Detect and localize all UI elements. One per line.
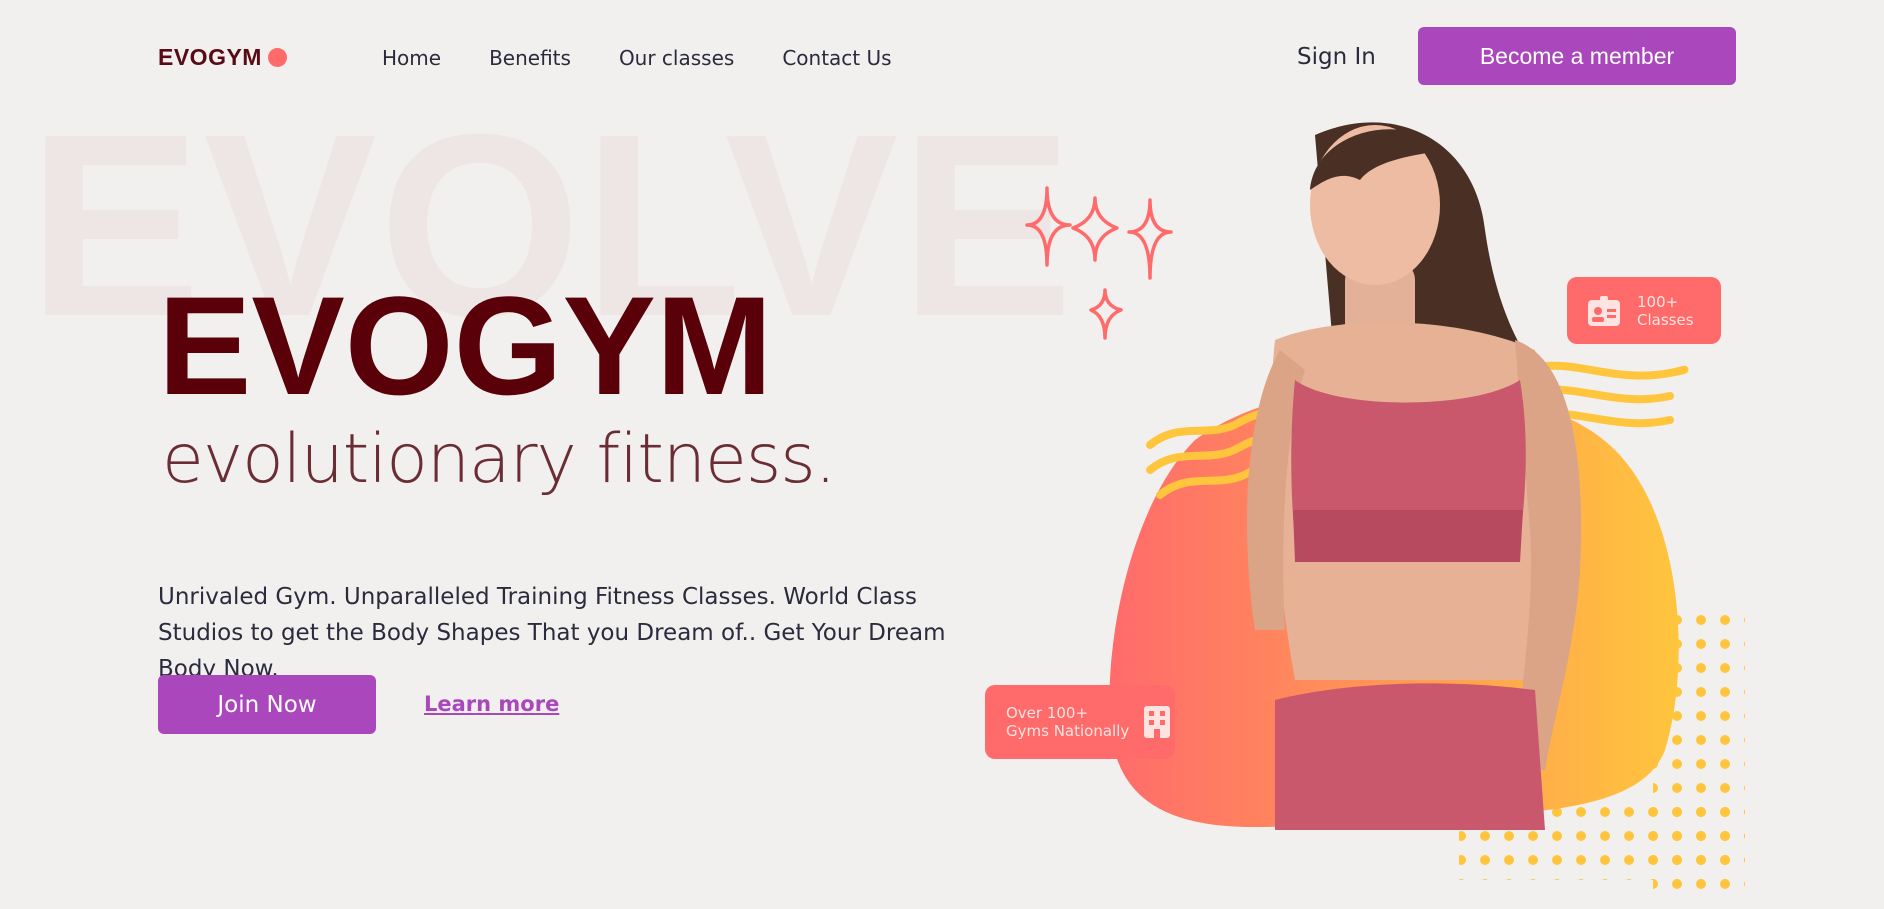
hero-illustration (1025, 122, 1745, 890)
classes-label: Classes (1637, 310, 1694, 329)
athlete-figure (1247, 122, 1582, 830)
logo[interactable]: EVOGYM (158, 44, 287, 71)
sparkle-icons (1025, 186, 1173, 340)
building-icon (1143, 705, 1171, 739)
main-nav: Home Benefits Our classes Contact Us (382, 46, 892, 70)
gyms-badge: Over 100+ Gyms Nationally (985, 685, 1175, 759)
join-now-button[interactable]: Join Now (158, 675, 376, 734)
logo-text: EVOGYM (158, 44, 262, 70)
nav-contact-us[interactable]: Contact Us (782, 46, 891, 70)
gyms-label: Gyms Nationally (1006, 722, 1130, 740)
hero-tagline: evolutionary fitness. (162, 420, 836, 499)
id-card-icon (1587, 295, 1621, 327)
nav-benefits[interactable]: Benefits (489, 46, 571, 70)
logo-dot (267, 48, 287, 67)
become-member-button[interactable]: Become a member (1418, 27, 1736, 85)
learn-more-link[interactable]: Learn more (424, 692, 559, 716)
sign-in-link[interactable]: Sign In (1297, 44, 1376, 70)
hero-title: EVOGYM (158, 267, 773, 424)
classes-count: 100+ (1637, 292, 1679, 311)
classes-badge: 100+ Classes (1567, 277, 1721, 344)
hero-description: Unrivaled Gym. Unparalleled Training Fit… (158, 584, 946, 682)
nav-home[interactable]: Home (382, 46, 441, 70)
nav-our-classes[interactable]: Our classes (619, 46, 734, 70)
gyms-count: Over 100+ (1006, 704, 1089, 722)
